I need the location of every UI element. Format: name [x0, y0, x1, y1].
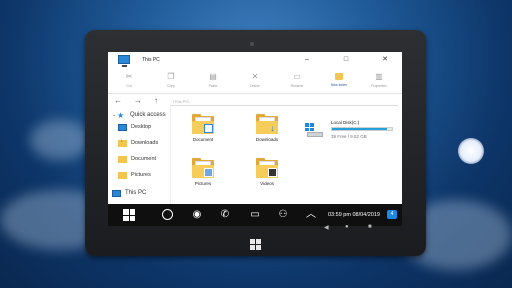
- search-button[interactable]: [160, 208, 174, 222]
- pictures-folder-icon: [118, 171, 127, 179]
- moon-decoration: [458, 138, 484, 164]
- sidebar-item-downloads[interactable]: Downloads: [118, 138, 158, 148]
- rename-button[interactable]: ▭ Rename: [282, 72, 312, 89]
- address-row: ← → ↑ \This PC\: [108, 94, 402, 108]
- windows-logo-icon: [123, 209, 135, 221]
- people-icon: ⚇: [278, 209, 288, 220]
- sidebar-item-desktop[interactable]: Desktop: [118, 122, 151, 132]
- clipboard-icon: ▤: [209, 72, 217, 81]
- messages-button[interactable]: ▭: [248, 208, 262, 222]
- properties-icon: ▥: [375, 72, 383, 81]
- scissors-icon: ✂: [125, 72, 133, 81]
- delete-icon: ✕: [251, 72, 259, 81]
- delete-button[interactable]: ✕ Delete: [240, 72, 270, 89]
- document-folder-icon: [192, 114, 214, 134]
- chrome-icon: ◉: [192, 209, 202, 220]
- ribbon-toolbar: ✂ Cut ❐ Copy ▤ Paste ✕ Delete ▭ Rename N…: [108, 70, 402, 94]
- forward-arrow-icon[interactable]: →: [134, 96, 142, 106]
- drive-free-space: 39 Free / 9.52 GB: [331, 134, 367, 139]
- properties-button[interactable]: ▥ Properties: [364, 72, 394, 89]
- downloads-folder-icon: ↓: [256, 114, 278, 134]
- sidebar-item-this-pc[interactable]: This PC: [112, 188, 146, 198]
- new-folder-button[interactable]: New folder: [324, 73, 354, 87]
- minimize-button[interactable]: –: [302, 55, 312, 65]
- pictures-folder-icon: [192, 158, 214, 178]
- android-recent-icon[interactable]: ■: [368, 224, 372, 230]
- videos-folder-icon: [256, 158, 278, 178]
- cut-button[interactable]: ✂ Cut: [114, 72, 144, 89]
- drive-local-disk-c[interactable]: Local Disk(C:) 39 Free / 9.52 GB: [305, 119, 401, 143]
- hard-drive-icon: [305, 123, 323, 137]
- up-arrow-icon[interactable]: ↑: [154, 96, 158, 106]
- android-home-icon[interactable]: ●: [345, 224, 349, 230]
- maximize-button[interactable]: □: [341, 55, 351, 65]
- computer-icon: [112, 189, 121, 197]
- folder-videos[interactable]: Videos: [247, 158, 287, 186]
- taskbar: ◉ ✆ ▭ ⚇ ︿ 03:59 pm 08/04/2019 4: [108, 204, 402, 226]
- new-folder-icon: [335, 73, 343, 80]
- drive-usage-fill: [332, 128, 388, 130]
- close-button[interactable]: ✕: [380, 55, 390, 65]
- paste-button[interactable]: ▤ Paste: [198, 72, 228, 89]
- chat-icon: ▭: [250, 209, 260, 220]
- cloud-decoration: [30, 120, 90, 160]
- search-circle-icon: [161, 209, 173, 220]
- address-bar[interactable]: \This PC\: [170, 97, 398, 106]
- sidebar-item-quick-access[interactable]: ⌄ ★ Quick access: [112, 110, 166, 120]
- chevron-up-icon: ︿: [306, 209, 316, 220]
- browser-button[interactable]: ◉: [190, 208, 204, 222]
- notification-badge[interactable]: 4: [387, 210, 397, 219]
- start-button[interactable]: [122, 208, 136, 222]
- sidebar-item-pictures[interactable]: Pictures: [118, 170, 151, 180]
- folder-downloads[interactable]: ↓ Downloads: [247, 114, 287, 142]
- navigation-pane: ⌄ ★ Quick access Desktop Downloads Docum…: [108, 108, 170, 212]
- tablet-camera: [250, 42, 254, 46]
- taskbar-clock: 03:59 pm 08/04/2019: [328, 212, 380, 218]
- copy-icon: ❐: [167, 72, 175, 81]
- folder-document[interactable]: Document: [183, 114, 223, 142]
- window-titlebar: This PC – □ ✕: [108, 52, 402, 70]
- android-back-icon[interactable]: ◀: [324, 224, 329, 231]
- file-content-pane: Document ↓ Downloads Pictures Videos Loc…: [170, 108, 402, 212]
- phone-icon: ✆: [220, 209, 230, 220]
- tablet-windows-key-icon[interactable]: [250, 239, 261, 250]
- window-title: This PC: [142, 57, 160, 63]
- computer-icon: [118, 55, 130, 67]
- back-arrow-icon[interactable]: ←: [114, 96, 122, 106]
- folder-pictures[interactable]: Pictures: [183, 158, 223, 186]
- contacts-button[interactable]: ⚇: [276, 208, 290, 222]
- drive-name: Local Disk(C:): [331, 120, 360, 125]
- tablet-screen: This PC – □ ✕ ✂ Cut ❐ Copy ▤ Paste ✕ Del…: [108, 52, 402, 226]
- phone-button[interactable]: ✆: [218, 208, 232, 222]
- show-tray-button[interactable]: ︿: [304, 208, 318, 222]
- star-icon: ★: [117, 110, 125, 120]
- downloads-icon: [118, 138, 127, 147]
- document-folder-icon: [118, 155, 127, 163]
- copy-button[interactable]: ❐ Copy: [156, 72, 186, 89]
- drive-usage-bar: [331, 127, 393, 131]
- sidebar-item-document[interactable]: Document: [118, 154, 156, 164]
- desktop-icon: [118, 123, 127, 131]
- rename-icon: ▭: [293, 72, 301, 81]
